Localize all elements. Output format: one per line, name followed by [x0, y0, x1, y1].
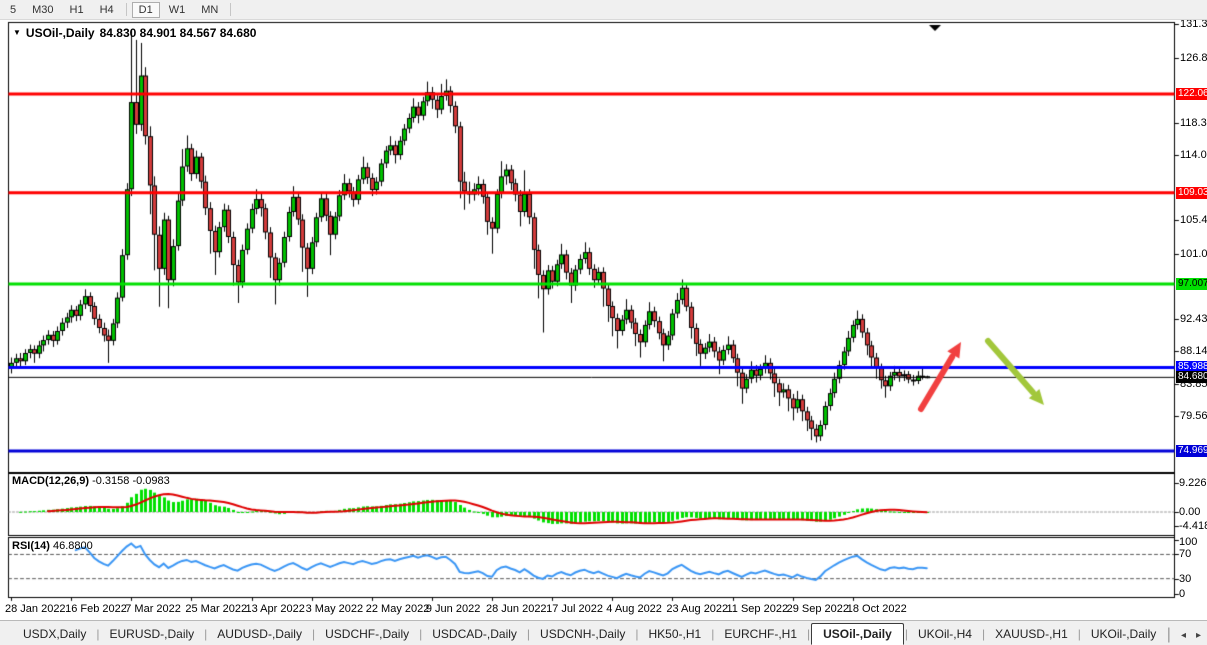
rsi-indicator-label: RSI(14) 46.8800	[12, 540, 93, 552]
price-level-badge: 122.066	[1176, 88, 1207, 100]
toolbar-divider	[126, 3, 127, 16]
tab-ukoil-h4[interactable]: UKOil-,H4	[909, 624, 981, 644]
timeframe-button-h4[interactable]: H4	[93, 2, 121, 18]
tab-usdcnh-daily[interactable]: USDCNH-,Daily	[531, 624, 634, 644]
date-axis-label: 9 Jun 2022	[426, 603, 480, 615]
date-axis-label: 4 Aug 2022	[606, 603, 662, 615]
symbol-tab-bar: USDX,Daily|EURUSD-,Daily|AUDUSD-,Daily|U…	[0, 620, 1207, 645]
rsi-axis-tick: 70	[1179, 548, 1191, 560]
date-axis-label: 7 Mar 2022	[125, 603, 181, 615]
price-axis-tick: 105.430	[1180, 214, 1207, 226]
timeframe-button-m30[interactable]: M30	[25, 2, 60, 18]
price-axis-tick: 114.010	[1180, 149, 1207, 161]
tab-audusd-daily[interactable]: AUDUSD-,Daily	[208, 624, 311, 644]
date-axis-label: 28 Jun 2022	[486, 603, 547, 615]
date-axis-label: 29 Sep 2022	[787, 603, 849, 615]
macd-indicator-label: MACD(12,26,9) -0.3158 -0.0983	[12, 475, 170, 487]
price-axis-tick: 118.300	[1180, 117, 1207, 129]
date-axis-label: 28 Jan 2022	[5, 603, 66, 615]
tab-scroll-right-icon[interactable]: ▸	[1196, 630, 1201, 641]
rsi-axis-tick: 100	[1179, 536, 1197, 548]
timeframe-button-d1[interactable]: D1	[132, 2, 160, 18]
date-axis-label: 22 May 2022	[366, 603, 430, 615]
tab-usdx-daily[interactable]: USDX,Daily	[14, 624, 95, 644]
tab-usdcad-daily[interactable]: USDCAD-,Daily	[423, 624, 526, 644]
date-axis-label: 16 Feb 2022	[65, 603, 127, 615]
price-level-badge: 74.969	[1176, 445, 1207, 457]
price-axis-tick: 92.430	[1180, 313, 1207, 325]
tab-eurchf-h1[interactable]: EURCHF-,H1	[715, 624, 806, 644]
timeframe-button-w1[interactable]: W1	[162, 2, 193, 18]
price-axis-tick: 101.010	[1180, 248, 1207, 260]
tab-xauusd-h1[interactable]: XAUUSD-,H1	[986, 624, 1077, 644]
date-axis-label: 23 Aug 2022	[666, 603, 728, 615]
date-axis-label: 18 Oct 2022	[847, 603, 907, 615]
macd-axis-tick: 9.2266	[1179, 477, 1207, 489]
tab-usoil-daily[interactable]: USOil-,Daily	[811, 623, 904, 645]
date-axis-label: 13 Apr 2022	[246, 603, 305, 615]
chart-ohlc-readout: 84.830 84.901 84.567 84.680	[100, 26, 257, 40]
price-axis-tick: 88.140	[1180, 345, 1207, 357]
tab-hk50-h1[interactable]: HK50-,H1	[640, 624, 711, 644]
price-level-badge: 97.007	[1176, 278, 1207, 290]
tab-scroll-buttons: | ◂ ▸	[1167, 626, 1201, 644]
price-level-badge: 109.036	[1176, 187, 1207, 199]
tab-scroll-left-icon[interactable]: ◂	[1181, 630, 1186, 641]
tab-ukoil-daily[interactable]: UKOil-,Daily	[1082, 624, 1165, 644]
date-axis-label: 11 Sep 2022	[727, 603, 789, 615]
chart-dropdown-icon[interactable]: ▼	[13, 29, 21, 37]
macd-axis-tick: -4.4188	[1179, 520, 1207, 532]
timeframe-toolbar: 5M30H1H4 D1W1MN	[0, 0, 1207, 20]
timeframe-button-h1[interactable]: H1	[63, 2, 91, 18]
price-level-badge: 84.680	[1176, 371, 1207, 383]
date-axis-label: 17 Jul 2022	[546, 603, 603, 615]
date-axis-label: 25 Mar 2022	[185, 603, 247, 615]
price-axis-tick: 126.880	[1180, 52, 1207, 64]
macd-axis-tick: 0.00	[1179, 506, 1200, 518]
toolbar-divider	[230, 3, 231, 16]
trading-platform-window: 5M30H1H4 D1W1MN ▼ USOil-,Daily 84.830 84.…	[0, 0, 1207, 645]
price-axis-tick: 79.560	[1180, 410, 1207, 422]
chart-title: ▼ USOil-,Daily 84.830 84.901 84.567 84.6…	[13, 26, 256, 40]
timeframe-button-5[interactable]: 5	[3, 2, 23, 18]
rsi-axis-tick: 30	[1179, 573, 1191, 585]
tab-eurusd-daily[interactable]: EURUSD-,Daily	[100, 624, 203, 644]
chart-window: ▼ USOil-,Daily 84.830 84.901 84.567 84.6…	[0, 19, 1207, 620]
rsi-axis-tick: 0	[1179, 588, 1185, 600]
date-axis-label: 3 May 2022	[306, 603, 363, 615]
chart-symbol-label: USOil-,Daily	[26, 26, 95, 40]
timeframe-button-mn[interactable]: MN	[194, 2, 225, 18]
tab-usdchf-daily[interactable]: USDCHF-,Daily	[316, 624, 418, 644]
price-chart-canvas[interactable]	[0, 19, 1207, 620]
